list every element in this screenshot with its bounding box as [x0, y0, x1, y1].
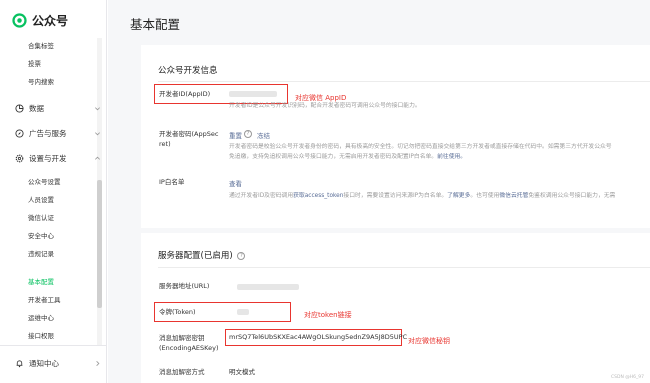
sidebar-item-dev-tools[interactable]: 开发者工具 — [28, 294, 61, 304]
ip-whitelist-label: IP白名单 — [159, 178, 185, 186]
appid-label: 开发者ID(AppID) — [159, 90, 211, 98]
server-config-title: 服务器配置(已启用) ? — [158, 249, 246, 261]
sidebar-group-settings[interactable]: 设置与开发 — [15, 153, 100, 164]
appid-description: 开发者ID是公众号开发识别码，配合开发者密码可调用公众号的接口能力。 — [229, 103, 421, 109]
ip-desc-text-2: 接口时，需要设置访问来源IP为白名单。 — [343, 193, 448, 199]
dev-info-card: 公众号开发信息 开发者ID(AppID) 对应微信 AppID 开发者ID是公众… — [141, 45, 650, 228]
ip-desc-text-1: 通过开发者ID及密码调用 — [229, 193, 294, 199]
sidebar-group-ads-label: 广告与服务 — [29, 129, 67, 138]
aes-key-value: mrSQ7Tel6UbSKXEac4AWgOLSkung5ednZ9A5J8D5… — [229, 333, 408, 341]
app-name: 公众号 — [32, 14, 69, 28]
freeze-secret-link[interactable]: 冻结 — [257, 130, 270, 140]
aes-key-label-line2: (EncodingAESKey) — [159, 344, 219, 352]
appsecret-label-line1: 开发者密码(AppSec — [159, 130, 219, 138]
ip-whitelist-view-link[interactable]: 查看 — [229, 178, 242, 188]
appsecret-description-line1: 开发者密码是校验公众号开发者身份的密码，具有极高的安全性。切记勿把密码直接交给第… — [229, 144, 612, 150]
page-title: 基本配置 — [130, 17, 181, 32]
bell-icon — [16, 360, 23, 368]
sidebar-scrollbar-thumb[interactable] — [97, 180, 102, 308]
reset-secret-link[interactable]: 重置 — [229, 130, 242, 140]
ip-whitelist-description: 通过开发者ID及密码调用获取access_token接口时，需要设置访问来源IP… — [229, 192, 615, 202]
chevron-down-icon — [95, 107, 100, 111]
sidebar-item-wechat-verify[interactable]: 微信认证 — [28, 212, 54, 222]
sidebar-item-account-settings[interactable]: 公众号设置 — [28, 176, 61, 186]
sidebar-item-basic-config[interactable]: 基本配置 — [28, 276, 54, 286]
divider — [158, 267, 650, 268]
token-value-redacted — [237, 309, 249, 315]
sidebar-notification-label: 通知中心 — [29, 359, 59, 368]
dev-info-title: 公众号开发信息 — [158, 66, 218, 76]
app-logo[interactable]: 公众号 — [12, 12, 68, 29]
compass-icon — [15, 129, 24, 138]
appsecret-description-line2: 免追缴，支持免追权调用公众号接口能力，无需启用开发者密码及配置IP白名单。前往使… — [229, 153, 466, 163]
main-content: 基本配置 公众号开发信息 开发者ID(AppID) 对应微信 AppID 开发者… — [108, 0, 650, 383]
watermark: CSDN @H6_97 — [611, 375, 644, 380]
sidebar-item-security-center[interactable]: 安全中心 — [28, 230, 54, 240]
sidebar-notification-center[interactable]: 通知中心 — [15, 358, 100, 369]
sidebar-group-settings-label: 设置与开发 — [29, 154, 67, 163]
question-icon[interactable]: ? — [244, 130, 252, 138]
aes-key-annotation: 对应微信秘钥 — [408, 337, 450, 345]
sidebar-item-ops-center[interactable]: 运维中心 — [28, 312, 54, 322]
sidebar: 公众号 合集标签 投票 号内搜索 数据 广告与服务 设置与开发 公众号设置 人员… — [0, 0, 107, 383]
server-config-card: 服务器配置(已启用) ? 服务器地址(URL) 令牌(Token) 对应toke… — [141, 233, 650, 383]
sidebar-item-member-settings[interactable]: 人员设置 — [28, 194, 54, 204]
sidebar-group-ads[interactable]: 广告与服务 — [15, 128, 100, 139]
sidebar-item-search[interactable]: 号内搜索 — [28, 76, 54, 86]
divider — [158, 81, 650, 82]
chart-icon — [15, 104, 24, 113]
question-icon[interactable]: ? — [237, 251, 246, 260]
sidebar-bottom: 通知中心 — [0, 345, 106, 383]
ip-desc-text-4: 免鉴权调用公众号接口能力，无需 — [528, 193, 616, 199]
chevron-right-icon — [96, 361, 100, 366]
ip-desc-text-3: 。也可使用 — [470, 193, 500, 199]
server-config-title-text: 服务器配置(已启用) — [158, 251, 233, 261]
token-label: 令牌(Token) — [159, 308, 196, 316]
aes-key-label-line1: 消息加解密密钥 — [159, 334, 205, 342]
sidebar-group-data-label: 数据 — [29, 104, 44, 113]
token-annotation: 对应token链接 — [304, 311, 352, 319]
sidebar-item-violation-records[interactable]: 违规记录 — [28, 248, 54, 258]
sidebar-item-vote[interactable]: 投票 — [28, 58, 41, 68]
appsecret-description-text: 免追缴，支持免追权调用公众号接口能力，无需启用开发者密码及配置IP白名单。 — [229, 154, 438, 160]
access-token-api-link[interactable]: 获取access_token — [293, 193, 343, 199]
wechat-official-logo-icon — [12, 13, 27, 28]
server-url-value-redacted — [237, 284, 299, 290]
wechat-cloud-hosting-link[interactable]: 微信云托管 — [499, 193, 528, 199]
appsecret-label-line2: ret) — [159, 140, 171, 148]
encrypt-mode-value: 明文模式 — [229, 368, 255, 376]
sidebar-item-api-permissions[interactable]: 接口权限 — [28, 330, 54, 340]
chevron-up-icon — [95, 156, 100, 160]
chevron-down-icon — [95, 132, 100, 136]
sidebar-group-data[interactable]: 数据 — [15, 103, 100, 114]
appid-value-redacted — [229, 91, 277, 97]
encrypt-mode-label: 消息加解密方式 — [159, 368, 205, 376]
learn-more-link[interactable]: 了解更多 — [447, 193, 470, 199]
server-url-label: 服务器地址(URL) — [159, 282, 210, 290]
sidebar-item-collection-tags[interactable]: 合集标签 — [28, 40, 54, 50]
gear-icon — [15, 154, 24, 163]
goto-use-link[interactable]: 前往使用。 — [437, 154, 466, 160]
